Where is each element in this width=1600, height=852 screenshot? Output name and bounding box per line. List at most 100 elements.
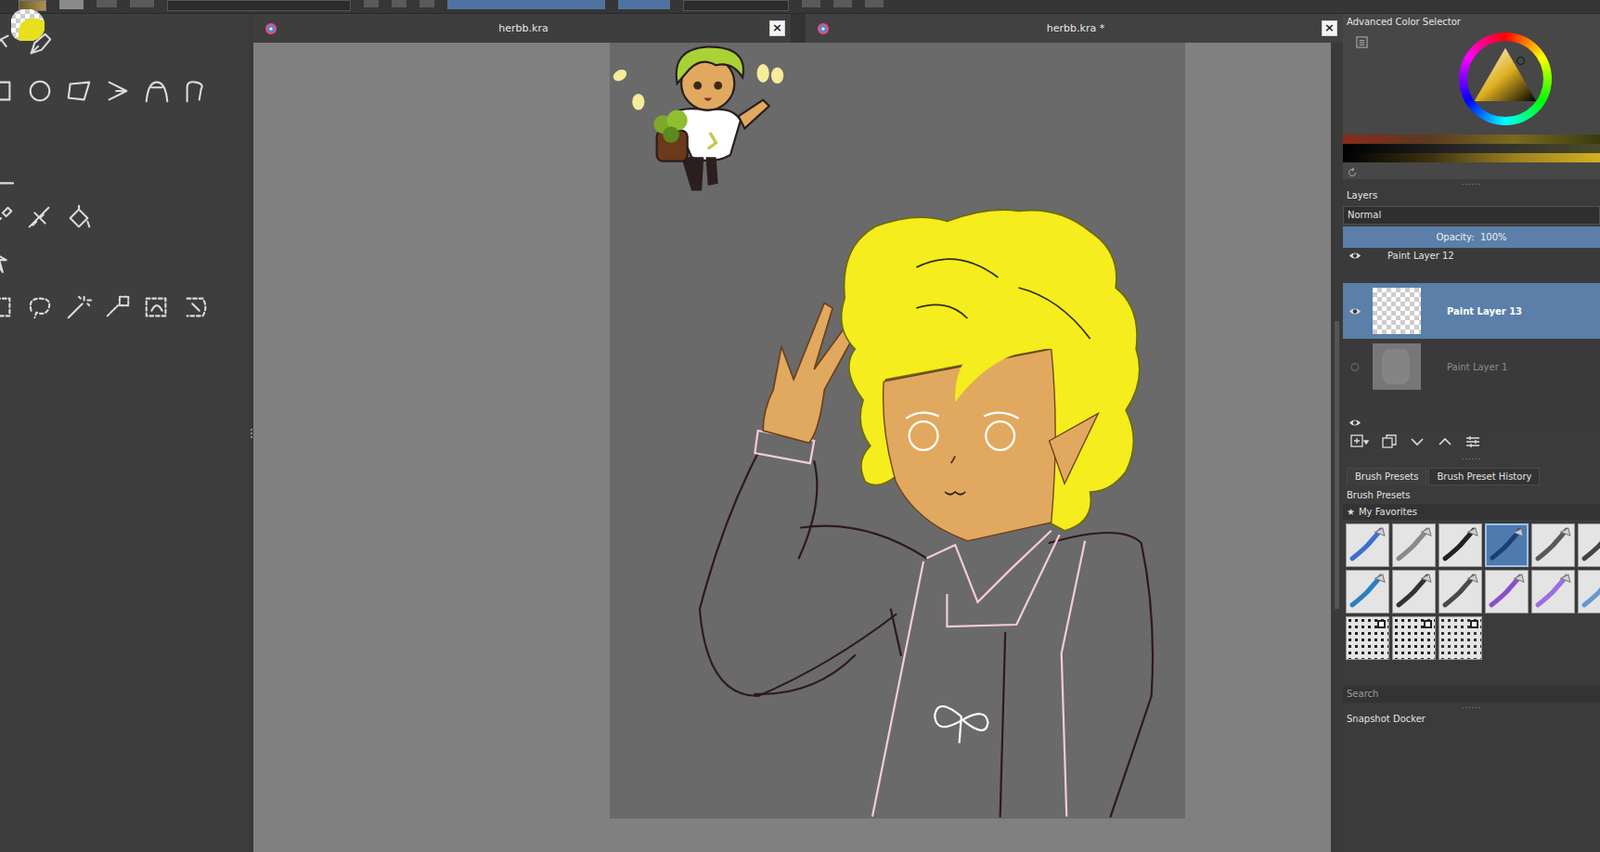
eye-icon[interactable]: [1348, 306, 1362, 317]
brush-preset[interactable]: [1438, 523, 1483, 568]
toolbar-control[interactable]: [419, 0, 435, 8]
tag-selector[interactable]: ★My Favorites: [1342, 503, 1600, 520]
tool-row: [0, 160, 249, 191]
brush-search-field[interactable]: Search: [1342, 685, 1600, 703]
selbezier-tool-icon[interactable]: [142, 293, 171, 322]
tool-row: [0, 247, 249, 278]
krita-logo-icon: [816, 22, 830, 36]
poly-tool-icon[interactable]: [64, 77, 93, 105]
dock-grip[interactable]: ......: [1342, 179, 1600, 188]
patch-tool-icon[interactable]: [0, 204, 15, 233]
brush-preset[interactable]: [1345, 569, 1390, 614]
brush-preset[interactable]: [1531, 569, 1575, 614]
color-marker[interactable]: [1516, 56, 1525, 65]
move-down-icon[interactable]: [1409, 434, 1425, 450]
bezier-tool-icon[interactable]: [142, 77, 171, 105]
toolbar-control[interactable]: [618, 0, 671, 10]
add-layer-icon[interactable]: [1350, 434, 1369, 450]
crop-tool-icon[interactable]: [0, 160, 15, 189]
polyline-tool-icon[interactable]: [103, 77, 132, 105]
measure-tool-icon[interactable]: [25, 204, 54, 233]
canvas-paper[interactable]: [609, 42, 1186, 819]
scrollbar-thumb[interactable]: [1334, 321, 1340, 609]
brush-preset[interactable]: [1392, 569, 1436, 614]
close-tab-button[interactable]: ×: [1321, 20, 1338, 37]
close-tab-button[interactable]: ×: [769, 20, 786, 37]
brush-tip-icon: [1532, 524, 1575, 567]
layer-row[interactable]: Paint Layer 13: [1342, 283, 1600, 339]
color-history-bars[interactable]: [1342, 134, 1600, 163]
move-up-icon[interactable]: [1437, 434, 1453, 450]
freepath-tool-icon[interactable]: [181, 77, 210, 105]
toolbar-control[interactable]: [59, 0, 84, 10]
document-tab-bar: herbb.kra×herbb.kra *×: [253, 13, 1343, 43]
layer-row[interactable]: [1342, 394, 1600, 430]
hue-ring[interactable]: [1458, 32, 1552, 126]
fill-tool-icon[interactable]: [64, 204, 93, 233]
toolbar-control[interactable]: [96, 0, 117, 8]
selsimilar-tool-icon[interactable]: [103, 293, 132, 322]
brush-preset[interactable]: [1345, 523, 1390, 568]
brush-preset[interactable]: [1438, 569, 1483, 614]
brush-preset[interactable]: [1577, 523, 1600, 568]
selrect-tool-icon[interactable]: [0, 293, 15, 322]
settings-icon[interactable]: [1355, 36, 1368, 49]
document-tab-label: herbb.kra *: [829, 22, 1322, 35]
toolbar-control[interactable]: [864, 0, 884, 8]
opacity-slider[interactable]: Opacity: 100%: [1342, 226, 1600, 248]
eye-icon[interactable]: [1348, 250, 1362, 261]
blend-mode-dropdown[interactable]: Normal: [1342, 206, 1600, 225]
brush-preset[interactable]: [1577, 569, 1600, 614]
brush-tab[interactable]: Brush Preset History: [1428, 467, 1540, 486]
toolbar-control[interactable]: [363, 0, 379, 8]
toolbar-control[interactable]: [833, 0, 852, 8]
vertical-scrollbar[interactable]: [1330, 42, 1343, 852]
toolbar-control[interactable]: [683, 0, 789, 12]
toolbar-control[interactable]: [391, 0, 407, 8]
tag-label: My Favorites: [1358, 506, 1418, 517]
brush-preset[interactable]: [1484, 523, 1529, 568]
brush-preset[interactable]: [1438, 616, 1483, 660]
canvas-area[interactable]: [253, 42, 1331, 852]
color-triangle[interactable]: [1470, 44, 1540, 114]
main-figure: [699, 209, 1153, 817]
brush-tip-icon: [1578, 570, 1600, 613]
dock-grip[interactable]: ......: [1342, 702, 1600, 711]
ellipse-tool-icon[interactable]: [25, 77, 54, 105]
toolbar-control[interactable]: [129, 0, 155, 8]
eye-icon[interactable]: [1348, 417, 1362, 428]
toolbar-control[interactable]: [801, 0, 821, 8]
document-tab[interactable]: herbb.kra *×: [805, 13, 1343, 43]
layer-name: Paint Layer 1: [1446, 361, 1508, 373]
brush-preset[interactable]: [1484, 569, 1529, 614]
krita-window: herbb.kra×herbb.kra *×Advanced Color Sel…: [0, 0, 1600, 852]
star-icon: ★: [1346, 506, 1355, 517]
rect-tool-icon[interactable]: [0, 77, 15, 105]
brush-tip-icon: [1486, 525, 1527, 566]
layer-list: Paint Layer 12Paint Layer 13 Paint Layer …: [1342, 247, 1600, 430]
color-selector-panel: Advanced Color Selector: [1342, 13, 1600, 180]
toolbar-control[interactable]: [447, 0, 606, 10]
chibi-figure: [611, 46, 785, 191]
brush-preset[interactable]: [1392, 616, 1436, 660]
brush-preset[interactable]: [1392, 523, 1436, 568]
brush-tab-bar: Brush PresetsBrush Preset History: [1342, 467, 1600, 486]
artwork: [609, 42, 1186, 819]
brush-preset[interactable]: [1345, 616, 1390, 660]
document-tab[interactable]: herbb.kra×: [253, 13, 791, 43]
brush-tab[interactable]: Brush Presets: [1346, 467, 1427, 486]
wand-tool-icon[interactable]: [64, 293, 93, 322]
dock-grip[interactable]: ......: [1342, 453, 1600, 463]
toolbar-control[interactable]: [167, 0, 351, 12]
layer-properties-icon[interactable]: [1465, 434, 1481, 450]
refresh-icon[interactable]: [1346, 167, 1358, 179]
assistant-tool-icon[interactable]: [0, 247, 15, 276]
sellasso-tool-icon[interactable]: [25, 293, 54, 322]
layer-row[interactable]: Paint Layer 12: [1342, 247, 1600, 284]
brush-tip-icon: [1346, 524, 1389, 567]
brush-preset[interactable]: [1531, 523, 1575, 568]
hidden-eye-icon[interactable]: [1348, 361, 1362, 373]
selfree-tool-icon[interactable]: [181, 293, 210, 322]
layer-row[interactable]: Paint Layer 1: [1342, 338, 1600, 395]
duplicate-layer-icon[interactable]: [1381, 434, 1397, 450]
